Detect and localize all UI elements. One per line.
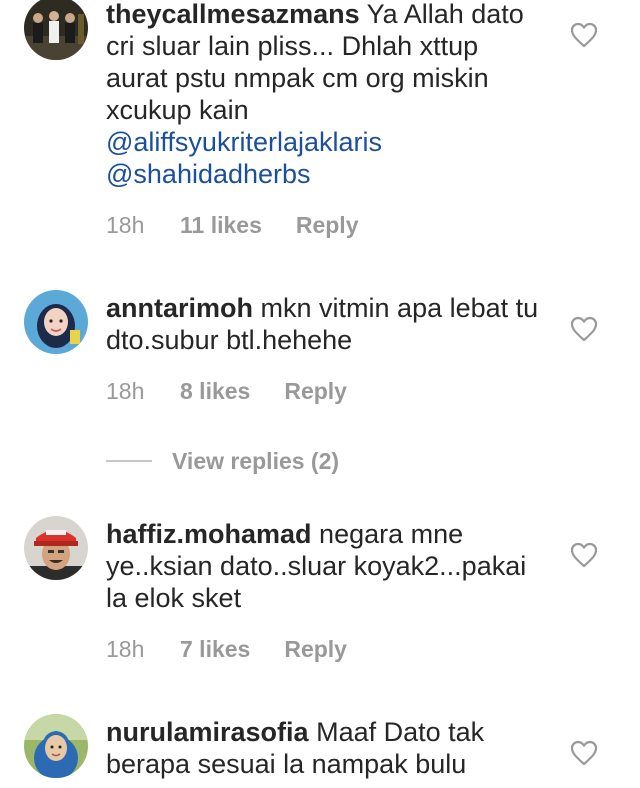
comment-time: 18h — [106, 212, 145, 238]
comment-likes[interactable]: 7 likes — [180, 634, 250, 664]
comment-text: nurulamirasofia Maaf Dato tak berapa ses… — [106, 716, 546, 780]
avatar[interactable] — [24, 714, 88, 778]
view-replies-label: View replies (2) — [172, 447, 340, 474]
mention-link[interactable]: @aliffsyukriterlajaklaris — [106, 126, 546, 158]
avatar[interactable] — [24, 516, 88, 580]
comment-likes[interactable]: 8 likes — [180, 376, 250, 406]
comment-text: theycallmesazmans Ya Allah dato cri slua… — [106, 0, 546, 190]
comment-username[interactable]: haffiz.mohamad — [106, 519, 312, 549]
avatar[interactable] — [24, 290, 88, 354]
reply-button[interactable]: Reply — [284, 376, 347, 406]
view-replies-button[interactable]: View replies (2) — [106, 446, 339, 476]
comment-text: haffiz.mohamad negara mne ye..ksian dato… — [106, 518, 546, 614]
view-replies-divider — [106, 460, 152, 462]
comment-meta: 18h 11 likes Reply — [106, 210, 546, 240]
comment-meta: 18h 8 likes Reply — [106, 376, 546, 406]
heart-outline-icon[interactable] — [570, 316, 598, 342]
comment-meta: 18h 7 likes Reply — [106, 634, 546, 664]
comment-username[interactable]: anntarimoh — [106, 293, 253, 323]
reply-button[interactable]: Reply — [296, 210, 359, 240]
comment-username[interactable]: nurulamirasofia — [106, 717, 309, 747]
mention-link[interactable]: @shahidadherbs — [106, 158, 546, 190]
comment-likes[interactable]: 11 likes — [180, 210, 262, 240]
heart-outline-icon[interactable] — [570, 740, 598, 766]
avatar[interactable] — [24, 0, 88, 60]
heart-outline-icon[interactable] — [570, 22, 598, 48]
comment-text: anntarimoh mkn vitmin apa lebat tu dto.s… — [106, 292, 546, 356]
heart-outline-icon[interactable] — [570, 542, 598, 568]
comment-time: 18h — [106, 378, 145, 404]
comments-list: theycallmesazmans Ya Allah dato cri slua… — [0, 0, 640, 788]
comment-time: 18h — [106, 636, 145, 662]
reply-button[interactable]: Reply — [284, 634, 347, 664]
comment-username[interactable]: theycallmesazmans — [106, 0, 360, 29]
